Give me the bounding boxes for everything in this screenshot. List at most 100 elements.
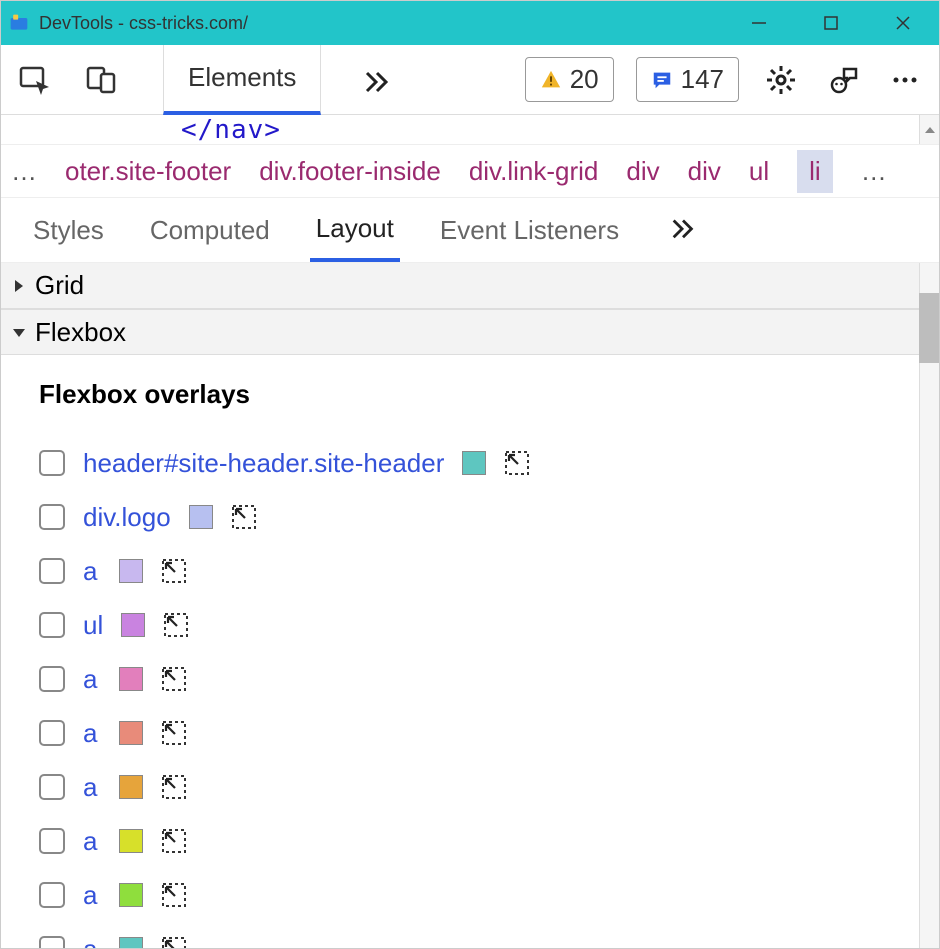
main-toolbar: Elements 20 147 [1,45,939,115]
feedback-icon[interactable] [823,63,863,97]
window-title: DevTools - css-tricks.com/ [39,13,248,34]
layout-panel: Grid Flexbox Flexbox overlays header#sit… [1,263,939,948]
close-button[interactable] [867,1,939,45]
reveal-in-elements-icon[interactable] [504,450,530,476]
overlay-color-swatch[interactable] [119,721,143,745]
subtab-styles[interactable]: Styles [27,198,110,262]
overlay-color-swatch[interactable] [119,667,143,691]
dom-scrollbar-up[interactable] [919,115,939,145]
overlay-selector[interactable]: a [83,934,101,949]
warnings-badge[interactable]: 20 [525,57,614,102]
collapse-icon [11,270,27,301]
reveal-in-elements-icon[interactable] [161,828,187,854]
subtab-layout[interactable]: Layout [310,198,400,262]
breadcrumb-item[interactable]: div.link-grid [469,156,599,187]
more-tabs-icon[interactable] [357,63,397,97]
overlay-checkbox[interactable] [39,882,65,908]
overlay-checkbox[interactable] [39,450,65,476]
overlay-selector[interactable]: a [83,556,101,587]
window-controls [723,1,939,45]
overlay-item: a [39,868,911,922]
breadcrumb-item[interactable]: div [626,156,659,187]
overlay-item: a [39,652,911,706]
overlay-item: a [39,814,911,868]
reveal-in-elements-icon[interactable] [161,774,187,800]
breadcrumb-item[interactable]: oter.site-footer [65,156,231,187]
overlay-selector[interactable]: a [83,826,101,857]
issues-badge[interactable]: 147 [636,57,739,102]
breadcrumb: … oter.site-footer div.footer-inside div… [1,145,939,197]
overlay-color-swatch[interactable] [119,937,143,948]
overlay-checkbox[interactable] [39,774,65,800]
panel-scrollbar-track[interactable] [919,263,939,948]
dom-snippet-row: </nav> [1,115,939,145]
overlay-checkbox[interactable] [39,612,65,638]
settings-icon[interactable] [761,63,801,97]
section-flexbox-header[interactable]: Flexbox [1,309,939,355]
warning-icon [540,69,562,91]
overlay-color-swatch[interactable] [119,883,143,907]
overlays-title: Flexbox overlays [39,379,911,410]
overlay-item: a [39,922,911,948]
overlay-selector[interactable]: a [83,772,101,803]
overlay-checkbox[interactable] [39,828,65,854]
overlay-selector[interactable]: a [83,718,101,749]
overlay-checkbox[interactable] [39,720,65,746]
overlay-item: ul [39,598,911,652]
overlay-checkbox[interactable] [39,666,65,692]
more-subtabs-icon[interactable] [669,213,697,248]
kebab-menu-icon[interactable] [885,63,925,97]
reveal-in-elements-icon[interactable] [161,558,187,584]
inspect-element-icon[interactable] [15,63,55,97]
overlay-color-swatch[interactable] [119,775,143,799]
overlay-checkbox[interactable] [39,504,65,530]
subtab-computed[interactable]: Computed [144,198,276,262]
overlay-selector[interactable]: div.logo [83,502,171,533]
subpane-tabs: Styles Computed Layout Event Listeners [1,197,939,263]
app-icon [9,13,29,33]
overlay-selector[interactable]: header#site-header.site-header [83,448,444,479]
overlay-item: header#site-header.site-header [39,436,911,490]
overlay-item: a [39,544,911,598]
minimize-button[interactable] [723,1,795,45]
section-flexbox-label: Flexbox [35,317,126,348]
overlay-selector[interactable]: a [83,880,101,911]
tab-elements[interactable]: Elements [163,45,321,115]
message-icon [651,69,673,91]
breadcrumb-item[interactable]: div.footer-inside [259,156,441,187]
overlay-color-swatch[interactable] [119,829,143,853]
overlay-checkbox[interactable] [39,936,65,948]
reveal-in-elements-icon[interactable] [161,882,187,908]
expand-icon [11,317,27,348]
dom-snippet: </nav> [181,115,281,145]
breadcrumb-overflow-right[interactable]: … [861,156,887,187]
breadcrumb-item[interactable]: ul [749,156,769,187]
breadcrumb-item[interactable]: div [688,156,721,187]
subtab-event-listeners[interactable]: Event Listeners [434,198,625,262]
overlay-color-swatch[interactable] [189,505,213,529]
maximize-button[interactable] [795,1,867,45]
reveal-in-elements-icon[interactable] [161,666,187,692]
flexbox-overlays: Flexbox overlays header#site-header.site… [1,355,939,948]
overlay-selector[interactable]: a [83,664,101,695]
reveal-in-elements-icon[interactable] [231,504,257,530]
breadcrumb-item-selected[interactable]: li [797,150,833,193]
overlay-selector[interactable]: ul [83,610,103,641]
overlay-color-swatch[interactable] [121,613,145,637]
device-toggle-icon[interactable] [81,63,121,97]
overlay-item: div.logo [39,490,911,544]
issues-count: 147 [681,64,724,95]
panel-scrollbar-thumb[interactable] [919,293,939,363]
devtools-window: DevTools - css-tricks.com/ Elements [0,0,940,949]
section-grid-header[interactable]: Grid [1,263,939,309]
overlay-checkbox[interactable] [39,558,65,584]
reveal-in-elements-icon[interactable] [161,720,187,746]
overlay-color-swatch[interactable] [119,559,143,583]
breadcrumb-overflow-left[interactable]: … [11,156,37,187]
reveal-in-elements-icon[interactable] [161,936,187,948]
warnings-count: 20 [570,64,599,95]
window-titlebar: DevTools - css-tricks.com/ [1,1,939,45]
overlay-item: a [39,760,911,814]
overlay-color-swatch[interactable] [462,451,486,475]
reveal-in-elements-icon[interactable] [163,612,189,638]
